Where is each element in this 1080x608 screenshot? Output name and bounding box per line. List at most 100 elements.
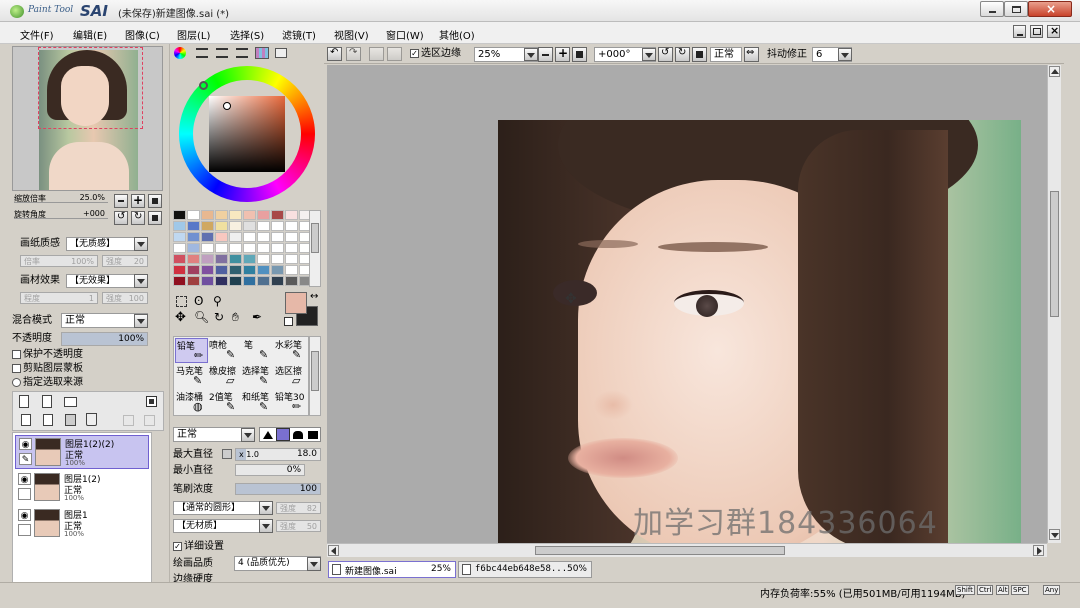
mask-icon[interactable] [146,396,157,407]
layer-checkbox[interactable] [18,524,31,536]
color-swatch[interactable] [271,276,284,286]
color-swatch[interactable] [243,232,256,242]
stabilizer-dropdown[interactable] [838,48,852,61]
color-swatch[interactable] [201,232,214,242]
paper-dropdown-button[interactable] [134,237,148,251]
color-swatch[interactable] [243,265,256,275]
color-swatch[interactable] [215,210,228,220]
size-lock-icon[interactable] [222,449,232,459]
canvas-hscroll[interactable] [327,543,1047,557]
color-swatch[interactable] [187,254,200,264]
color-swatch[interactable] [243,243,256,253]
color-swatch[interactable] [215,265,228,275]
scroll-thumb[interactable] [1050,191,1059,317]
brush-shape-select[interactable]: 【通常的圆形】 [173,501,273,515]
redo-button[interactable]: ↷ [346,47,361,61]
color-swatch[interactable] [285,221,298,231]
color-swatch[interactable] [187,210,200,220]
canvas-zoom-reset-button[interactable] [572,47,587,62]
color-swatch[interactable] [257,221,270,231]
hard-edge-icon[interactable] [263,431,273,439]
magic-wand-icon[interactable]: ⚲ [213,294,222,308]
zoom-slider[interactable]: 25.0% [14,192,108,203]
rotate-reset-canvas-button[interactable] [692,47,707,62]
color-swatch[interactable] [229,254,242,264]
layer-row[interactable]: ◉ ✎ 图层1(2)(2) 正常 100% [15,435,149,469]
move-icon[interactable]: ✥ [175,310,186,325]
color-swatch[interactable] [271,254,284,264]
tool-brush[interactable]: 笔 ✎ [241,338,274,363]
navigator-preview[interactable] [12,46,163,191]
rect-select-icon[interactable] [176,296,187,307]
tool-eraser[interactable]: 橡皮擦 ▱ [208,364,241,389]
mixer-tab-icon[interactable] [236,48,248,58]
color-swatch[interactable] [215,276,228,286]
zoom-out-button[interactable] [114,194,128,208]
color-swatch[interactable] [229,221,242,231]
color-swatch[interactable] [201,243,214,253]
color-swatch[interactable] [173,276,186,286]
color-swatch[interactable] [257,265,270,275]
flat-edge-icon[interactable] [308,431,318,439]
clipping-mask-checkbox[interactable]: 剪贴图层蒙板 [12,363,83,375]
menu-select[interactable]: 选择(S) [230,27,264,42]
new-folder-icon[interactable] [64,397,77,407]
color-swatch[interactable] [173,243,186,253]
canvas-mode-select[interactable]: 正常 [710,47,742,62]
layer-checkbox[interactable] [18,488,31,500]
zoom-select-dropdown[interactable] [524,48,538,61]
color-swatch[interactable] [257,210,270,220]
layer-row[interactable]: ◉ 图层1 正常 100% [15,507,149,541]
canvas-zoom-out-button[interactable] [538,47,553,62]
scroll-up-icon[interactable] [1049,66,1060,77]
selection-source-radio[interactable]: 指定选取来源 [12,377,83,389]
quality-dropdown[interactable] [307,557,321,571]
preserve-opacity-checkbox[interactable]: 保护不透明度 [12,349,83,361]
color-swatch[interactable] [187,265,200,275]
color-swatch[interactable] [257,232,270,242]
color-swatch[interactable] [215,221,228,231]
canvas-area[interactable]: ✥ 加学习群184336064 [327,65,1047,543]
tool-select-pen[interactable]: 选择笔 ✎ [241,364,274,389]
rotate-right-button[interactable]: ↻ [675,47,690,62]
canvas-zoom-in-button[interactable]: + [555,46,570,62]
color-swatch[interactable] [285,232,298,242]
menu-other[interactable]: 其他(O) [439,27,475,42]
tool-pencil[interactable]: 铅笔 ✏ [175,338,208,363]
color-swatch[interactable] [201,254,214,264]
color-swatch[interactable] [243,221,256,231]
color-swatch[interactable] [271,243,284,253]
angle-dropdown[interactable] [642,48,656,61]
scroll-thumb[interactable] [311,351,319,391]
lasso-icon[interactable]: ʘ [194,294,203,308]
minimize-button[interactable] [980,1,1004,17]
rotate-slider[interactable]: +000 [14,208,108,219]
selection-edge-checkbox[interactable]: ✓ 选区边缘 [410,48,461,60]
navigator-view-rect[interactable] [38,47,143,129]
min-size-slider[interactable]: 0% [235,464,305,476]
soft-edge-icon[interactable] [293,431,303,439]
color-swatch[interactable] [257,243,270,253]
hand-icon[interactable]: ✋︎ [232,310,239,325]
medium-edge-icon[interactable] [276,428,290,441]
tool-pencil30[interactable]: 铅笔30 ✏ [274,390,308,415]
color-swatch[interactable] [229,276,242,286]
hue-marker[interactable] [199,81,208,90]
tool-select-eraser[interactable]: 选区擦 ▱ [274,364,308,389]
tool-binary-pen[interactable]: 2值笔 ✎ [208,390,241,415]
color-swatch[interactable] [285,265,298,275]
sv-marker[interactable] [223,102,231,110]
color-swatch[interactable] [271,232,284,242]
brush-shape-dropdown[interactable] [259,501,273,515]
scroll-thumb[interactable] [311,223,319,253]
scroll-down-icon[interactable] [1049,529,1060,540]
texture-select[interactable]: 【无材质】 [173,519,273,533]
detail-settings-checkbox[interactable]: ✓ 详细设置 [173,541,224,553]
color-swatch[interactable] [173,210,186,220]
rotate-ccw-button[interactable]: ↺ [114,211,128,225]
tool-marker[interactable]: 马克笔 ✎ [175,364,208,389]
menu-window[interactable]: 窗口(W) [386,27,424,42]
new-linework-layer-icon[interactable] [42,395,52,408]
primary-color[interactable] [285,292,307,314]
eye-icon[interactable]: ◉ [18,509,31,521]
